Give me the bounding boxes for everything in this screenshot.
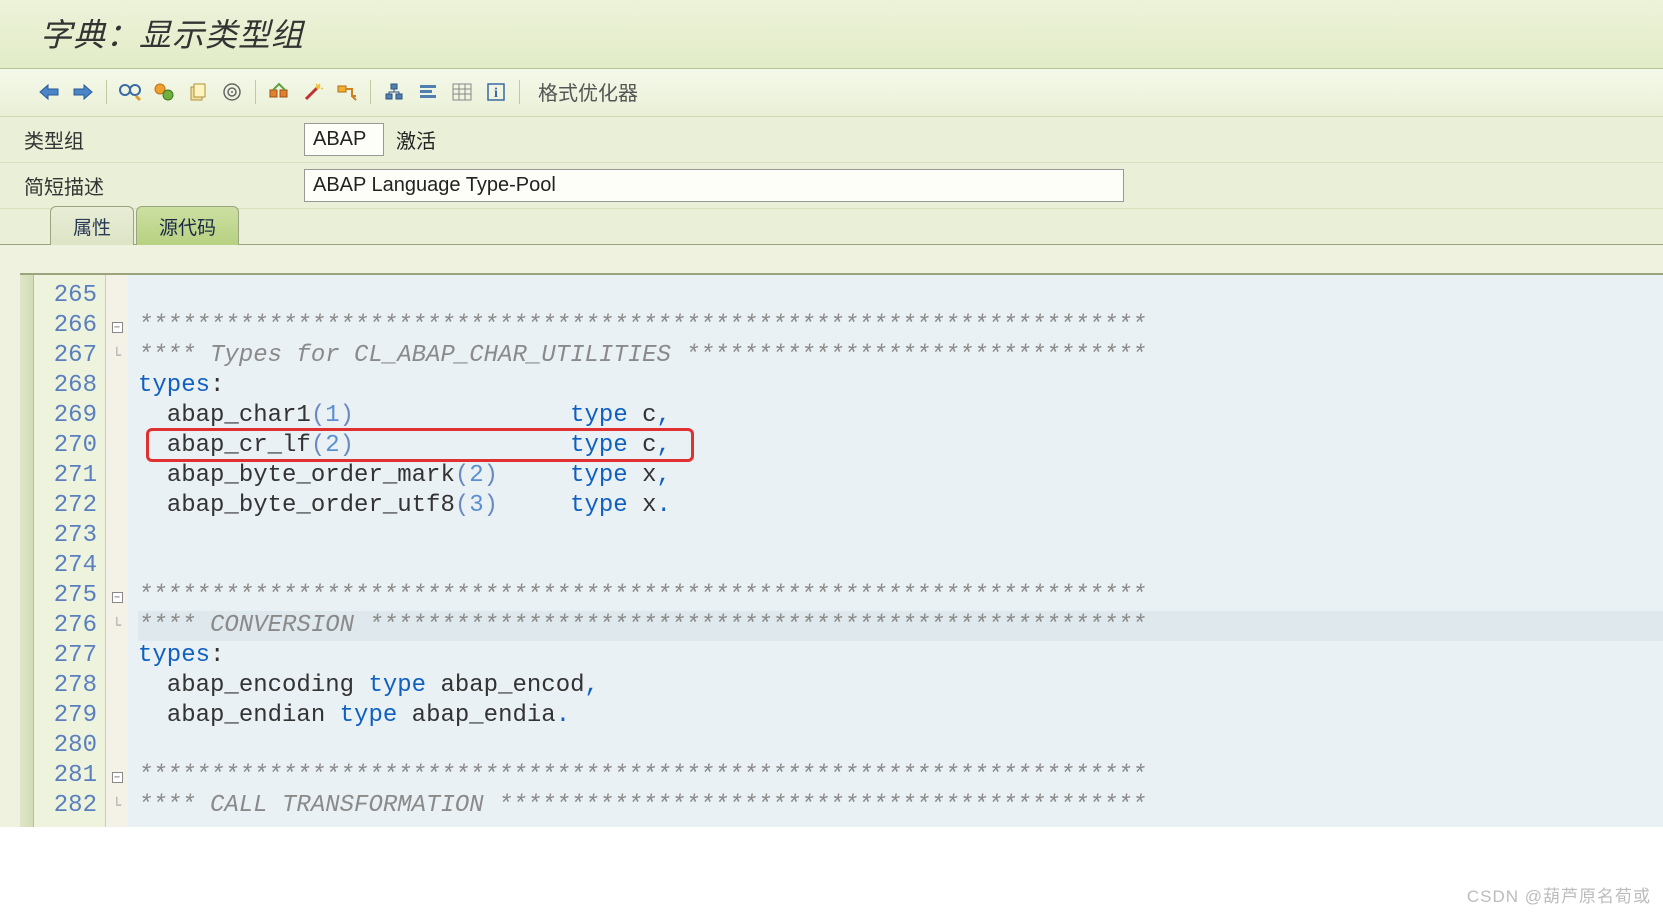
back-button[interactable] xyxy=(34,78,64,106)
separator xyxy=(370,80,371,104)
form-area: 类型组 激活 简短描述 属性 源代码 xyxy=(0,117,1663,245)
activate-button[interactable] xyxy=(217,78,247,106)
code-line: ****************************************… xyxy=(138,581,1663,611)
code-line: types: xyxy=(138,371,1663,401)
activate-wand-button[interactable] xyxy=(298,78,328,106)
code-line xyxy=(138,731,1663,761)
code-line xyxy=(138,521,1663,551)
code-line: **** CALL TRANSFORMATION ***************… xyxy=(138,791,1663,821)
separator xyxy=(106,80,107,104)
info-button[interactable]: i xyxy=(481,78,511,106)
watermark: CSDN @葫芦原名荀或 xyxy=(1467,882,1651,907)
code-area[interactable]: ****************************************… xyxy=(128,275,1663,827)
where-used-button[interactable] xyxy=(332,78,362,106)
separator xyxy=(255,80,256,104)
code-line: types: xyxy=(138,641,1663,671)
format-optimizer-label[interactable]: 格式优化器 xyxy=(538,77,638,106)
desc-label: 简短描述 xyxy=(24,171,304,200)
title-bar: 字典：显示类型组 xyxy=(0,0,1663,69)
status-text: 激活 xyxy=(396,125,436,154)
forward-button[interactable] xyxy=(68,78,98,106)
code-line: abap_byte_order_mark(2) type x, xyxy=(138,461,1663,491)
check-button[interactable] xyxy=(264,78,294,106)
code-line: abap_encoding type abap_encod, xyxy=(138,671,1663,701)
tab-attributes[interactable]: 属性 xyxy=(50,206,134,245)
code-line: abap_byte_order_utf8(3) type x. xyxy=(138,491,1663,521)
code-line: abap_cr_lf(2) type c, xyxy=(138,431,1663,461)
editor-left-bar xyxy=(20,275,34,827)
toolbar: i 格式优化器 xyxy=(0,69,1663,117)
desc-input[interactable] xyxy=(304,169,1124,202)
page-title: 字典：显示类型组 xyxy=(40,17,304,53)
hierarchy-button[interactable] xyxy=(379,78,409,106)
fold-gutter: −└ −└ −└ xyxy=(106,275,128,827)
code-line: **** CONVERSION ************************… xyxy=(138,611,1663,641)
code-line xyxy=(138,551,1663,581)
type-group-input[interactable] xyxy=(304,123,384,156)
pretty-print-button[interactable] xyxy=(413,78,443,106)
type-group-label: 类型组 xyxy=(24,125,304,154)
code-line xyxy=(138,281,1663,311)
tab-bar: 属性 源代码 xyxy=(0,209,1663,245)
svg-text:i: i xyxy=(494,86,498,101)
display-toggle-button[interactable] xyxy=(115,78,145,106)
other-object-button[interactable] xyxy=(149,78,179,106)
code-line: abap_endian type abap_endia. xyxy=(138,701,1663,731)
code-line: ****************************************… xyxy=(138,761,1663,791)
code-line: **** Types for CL_ABAP_CHAR_UTILITIES **… xyxy=(138,341,1663,371)
line-gutter: 2652662672682692702712722732742752762772… xyxy=(34,275,106,827)
code-line: ****************************************… xyxy=(138,311,1663,341)
layout-button[interactable] xyxy=(447,78,477,106)
copy-button[interactable] xyxy=(183,78,213,106)
code-line: abap_char1(1) type c, xyxy=(138,401,1663,431)
tab-source[interactable]: 源代码 xyxy=(136,206,239,245)
editor-area: 2652662672682692702712722732742752762772… xyxy=(0,245,1663,827)
separator xyxy=(519,80,520,104)
